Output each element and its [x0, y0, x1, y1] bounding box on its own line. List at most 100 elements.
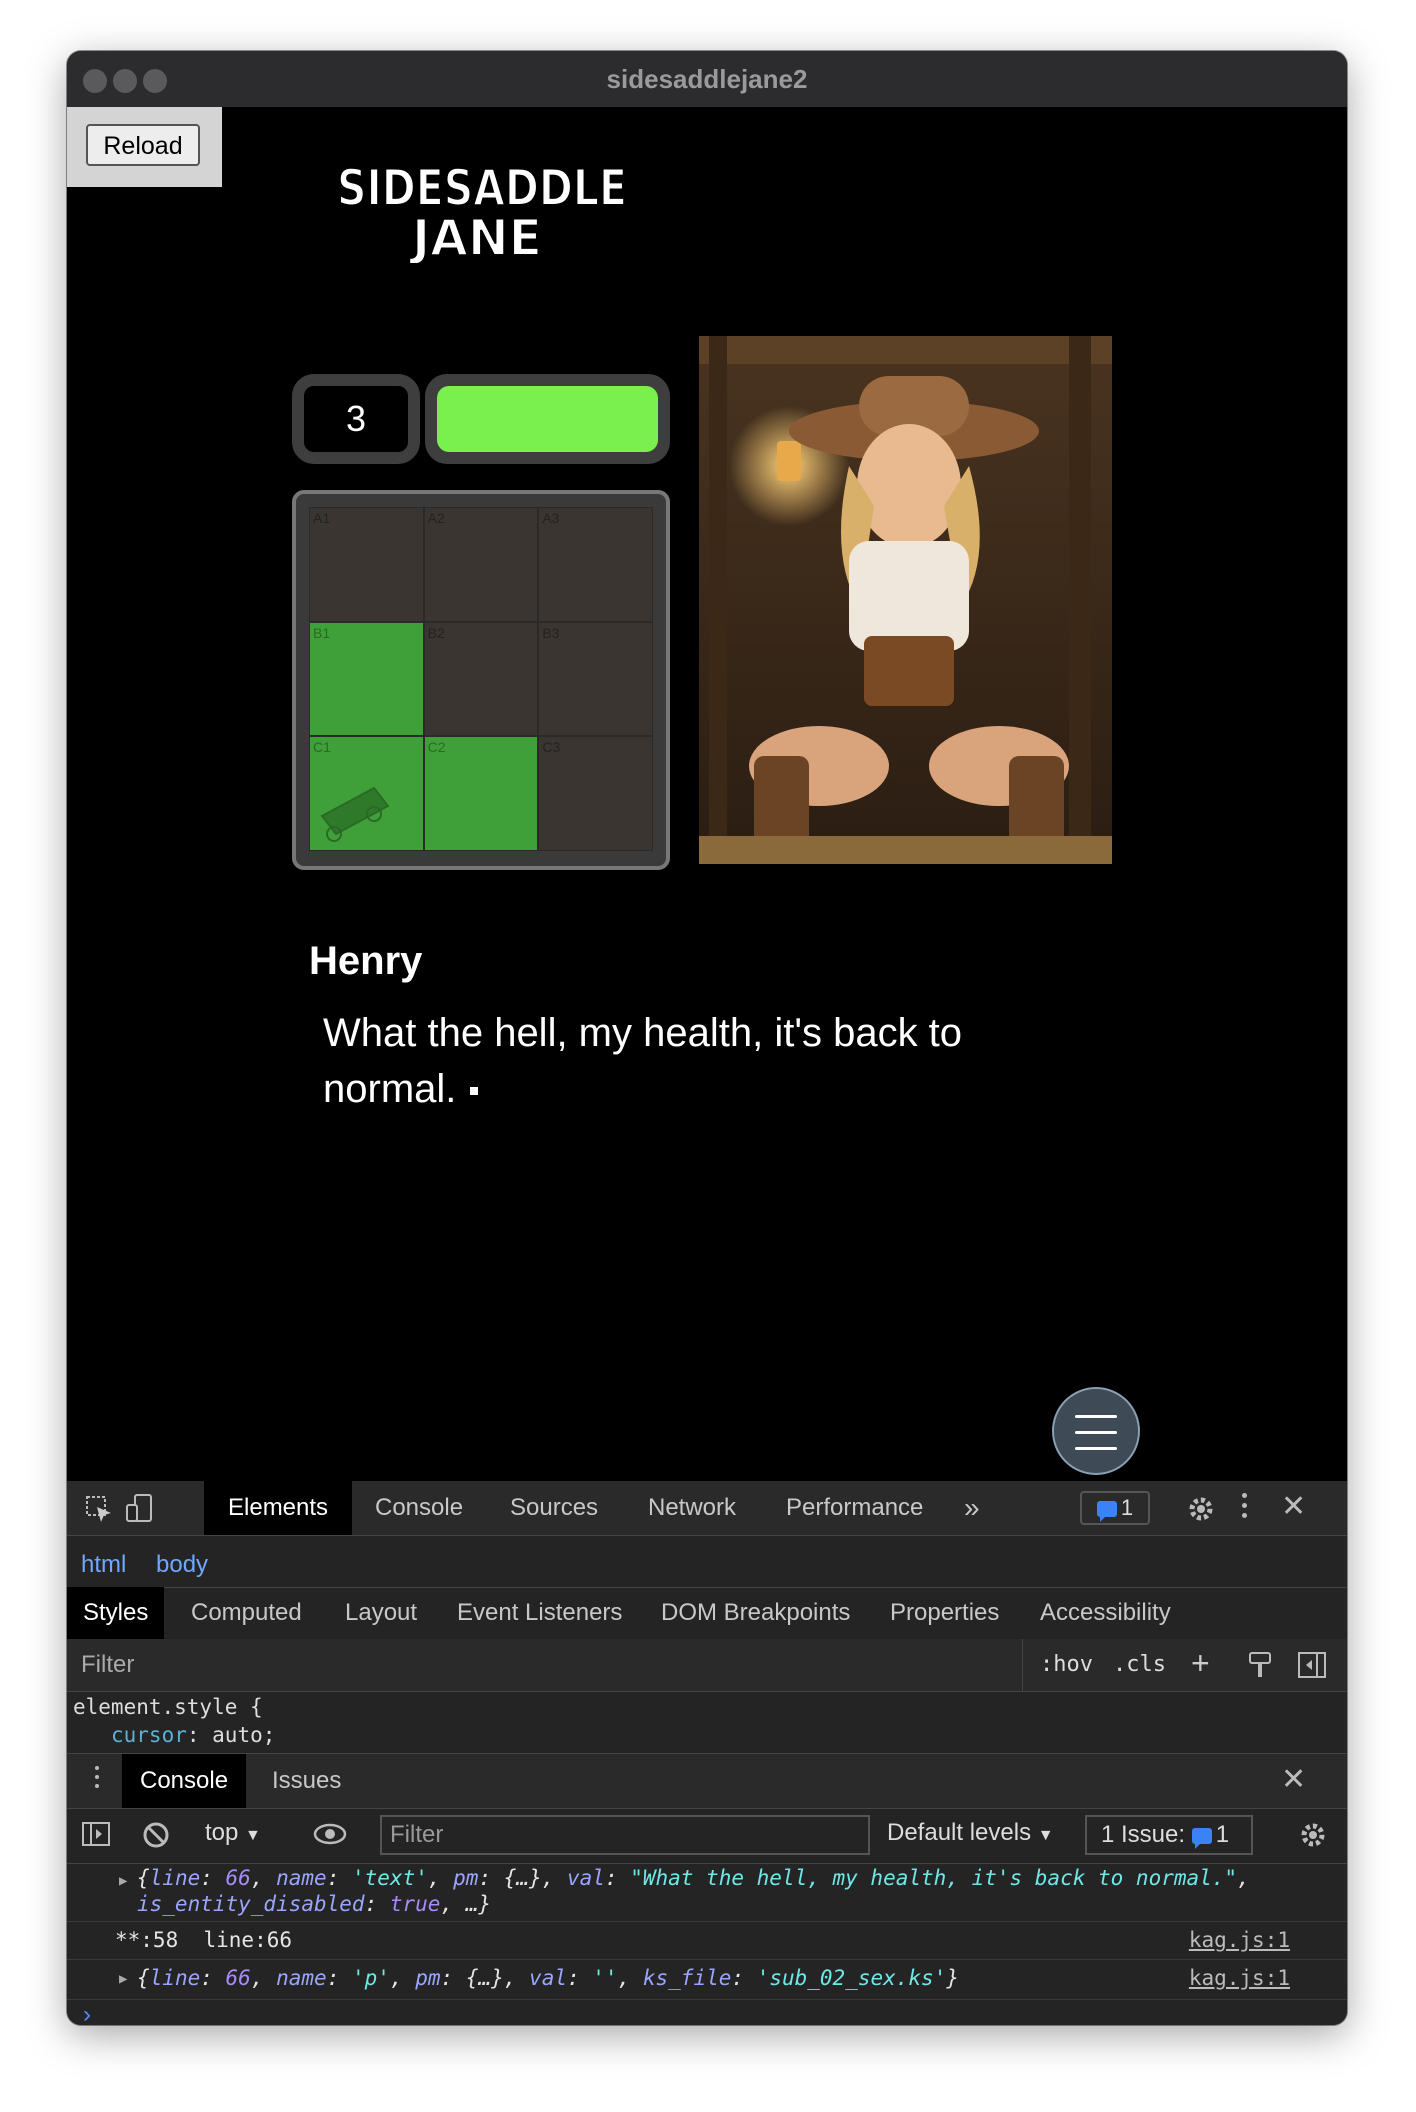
map-cell-label: A3	[542, 510, 560, 526]
live-expression-eye-icon[interactable]	[313, 1823, 347, 1845]
health-bar	[425, 374, 670, 464]
drawer-tab-issues[interactable]: Issues	[272, 1754, 341, 1808]
element-style-selector: element.style {	[73, 1695, 263, 1719]
map-cell-label: A2	[427, 510, 445, 526]
devtools-panel: Elements Console Sources Network Perform…	[67, 1481, 1347, 2025]
breadcrumb-html[interactable]: html	[81, 1551, 126, 1579]
map-cell[interactable]: C1	[309, 736, 424, 851]
map-cell[interactable]: C3	[538, 736, 653, 851]
map-cell[interactable]: B1	[309, 621, 424, 737]
reload-button[interactable]: Reload	[86, 124, 200, 166]
subtab-accessibility[interactable]: Accessibility	[1040, 1587, 1171, 1639]
clear-console-icon[interactable]	[142, 1821, 170, 1849]
close-devtools-icon[interactable]: ✕	[1281, 1489, 1306, 1524]
issue-message-icon	[1191, 1827, 1212, 1849]
context-selector-value: top	[205, 1819, 239, 1846]
console-log-row[interactable]: **:58 line:66 kag.js:1	[67, 1921, 1347, 1960]
title-bar: sidesaddlejane2	[67, 51, 1347, 108]
cls-toggle[interactable]: .cls	[1113, 1652, 1166, 1677]
log-value: 'text'	[352, 1866, 428, 1890]
log-value: 'p'	[352, 1966, 390, 1990]
map-cell[interactable]: B2	[423, 621, 539, 737]
subtab-properties[interactable]: Properties	[890, 1587, 999, 1639]
map-cell[interactable]: B3	[538, 621, 653, 737]
console-log-row[interactable]: ▶ {line: 66, name: 'p', pm: {…}, val: ''…	[67, 1959, 1347, 2000]
map-cell-label: B2	[427, 624, 445, 641]
hamburger-menu-button[interactable]	[1052, 1387, 1140, 1475]
subtab-event-listeners[interactable]: Event Listeners	[457, 1587, 622, 1639]
issue-message-icon	[1096, 1501, 1117, 1523]
issues-counter-button[interactable]: 1 Issue: 1	[1085, 1815, 1253, 1855]
log-source-link[interactable]: kag.js:1	[1189, 1966, 1290, 1990]
log-value: 66	[225, 1966, 251, 1990]
toggle-sidebar-icon[interactable]	[1297, 1651, 1327, 1679]
breadcrumb-body[interactable]: body	[156, 1551, 208, 1579]
map-cell-label: B3	[542, 624, 560, 641]
inspect-element-icon[interactable]	[85, 1495, 113, 1523]
tab-console[interactable]: Console	[375, 1481, 463, 1535]
map-cell-label: C2	[427, 739, 446, 756]
more-tabs-chevron-icon[interactable]: »	[964, 1481, 980, 1535]
show-sidebar-icon[interactable]	[81, 1821, 111, 1847]
settings-gear-icon[interactable]	[1187, 1495, 1215, 1523]
drawer-menu-kebab-icon[interactable]	[95, 1766, 100, 1788]
subtab-computed[interactable]: Computed	[191, 1587, 302, 1639]
game-logo: SIDESADDLE JANE	[336, 158, 628, 263]
tab-network[interactable]: Network	[648, 1481, 736, 1535]
device-toolbar-icon[interactable]	[125, 1493, 155, 1525]
map-cell[interactable]: A3	[538, 507, 653, 622]
chevron-down-icon: ▼	[1037, 1827, 1054, 1844]
map-cell[interactable]: A1	[309, 507, 424, 622]
log-source-link[interactable]: kag.js:1	[1189, 1928, 1290, 1952]
map-cell-label: C3	[542, 739, 561, 756]
element-style-declaration[interactable]: cursor: auto;	[111, 1723, 275, 1747]
close-drawer-icon[interactable]: ✕	[1281, 1762, 1306, 1797]
context-selector[interactable]: top ▼	[205, 1819, 261, 1847]
window-title: sidesaddlejane2	[606, 64, 808, 94]
logo-line-2: JANE	[409, 209, 542, 263]
tab-sources[interactable]: Sources	[510, 1481, 598, 1535]
map-cell[interactable]: A2	[423, 507, 539, 622]
reload-area: Reload	[67, 107, 222, 187]
styles-filter-input[interactable]: Filter	[81, 1651, 134, 1679]
tab-elements[interactable]: Elements	[204, 1481, 353, 1535]
log-value: 66	[225, 1866, 251, 1890]
map-cell-label: C1	[313, 739, 331, 756]
log-value: 'sub_02_sex.ks'	[756, 1966, 947, 1990]
drawer-tabbar: Console Issues ✕	[67, 1753, 1347, 1809]
subtab-layout[interactable]: Layout	[345, 1587, 417, 1639]
map-cell[interactable]: C2	[423, 736, 539, 851]
log-value: true	[389, 1892, 441, 1916]
health-bar-fill	[437, 386, 658, 452]
subtab-dom-breakpoints[interactable]: DOM Breakpoints	[661, 1587, 850, 1639]
chevron-down-icon: ▼	[245, 1827, 261, 1844]
log-value: "What the hell, my health, it's back to …	[630, 1866, 1238, 1890]
console-log-row[interactable]: ▶ {line: 66, name: 'text', pm: {…}, val:…	[67, 1865, 1347, 1922]
game-canvas[interactable]: Reload SIDESADDLE JANE 3 A1 A2 A3 B1 B2 B3 C1 C…	[67, 107, 1347, 1481]
styles-filter-bar: Filter :hov .cls +	[67, 1639, 1347, 1692]
devtools-tabbar: Elements Console Sources Network Perform…	[67, 1481, 1347, 1536]
console-settings-gear-icon[interactable]	[1299, 1821, 1327, 1849]
drawer-tab-console[interactable]: Console	[122, 1754, 247, 1808]
hov-toggle[interactable]: :hov	[1040, 1652, 1093, 1677]
tab-performance[interactable]: Performance	[786, 1481, 923, 1535]
console-filter-input[interactable]: Filter	[380, 1815, 870, 1855]
log-levels-dropdown[interactable]: Default levels ▼	[887, 1819, 1054, 1847]
dialogue-box[interactable]: What the hell, my health, it's back to n…	[323, 1005, 1083, 1117]
new-style-rule-icon[interactable]: +	[1191, 1645, 1210, 1682]
issues-badge[interactable]: 1	[1080, 1491, 1150, 1525]
subtab-styles[interactable]: Styles	[67, 1587, 165, 1639]
console-prompt-chevron-icon[interactable]: ›	[83, 2001, 91, 2025]
styles-subtabs: Styles Computed Layout Event Listeners D…	[67, 1587, 1347, 1640]
expand-triangle-icon[interactable]: ▶	[119, 1971, 127, 1987]
paint-brush-icon[interactable]	[1248, 1651, 1272, 1679]
dom-breadcrumb: html body	[67, 1539, 1347, 1588]
issues-counter-count: 1	[1215, 1821, 1230, 1848]
console-toolbar: top ▼ Filter Default levels ▼ 1 Issue: 1	[67, 1807, 1347, 1864]
log-value: ''	[592, 1966, 618, 1990]
more-options-kebab-icon[interactable]	[1242, 1493, 1248, 1518]
expand-triangle-icon[interactable]: ▶	[119, 1873, 127, 1889]
map-grid: A1 A2 A3 B1 B2 B3 C1 C2 C3	[309, 507, 653, 851]
browser-window: sidesaddlejane2 Reload SIDESADDLE JANE 3…	[67, 51, 1347, 2025]
log-message: **:58 line:66	[115, 1928, 293, 1952]
